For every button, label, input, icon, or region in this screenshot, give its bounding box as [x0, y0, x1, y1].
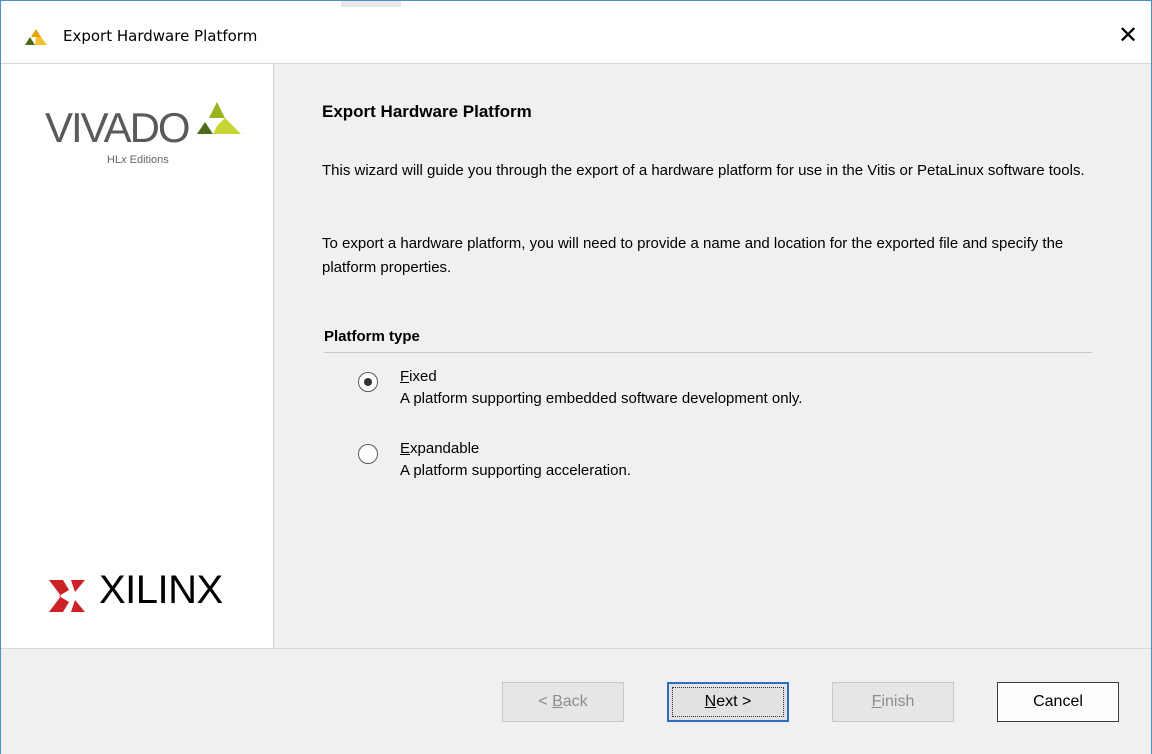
vivado-arrow-mark-icon	[197, 102, 241, 134]
fixed-radio[interactable]	[358, 372, 378, 392]
export-hardware-platform-dialog: Export Hardware Platform ✕ VIVADO HLx Ed…	[0, 0, 1152, 754]
option-fixed[interactable]: Fixed A platform supporting embedded sof…	[358, 368, 1058, 418]
instructions-paragraph: To export a hardware platform, you will …	[322, 235, 1064, 276]
platform-type-title: Platform type	[324, 328, 420, 345]
option-expandable[interactable]: Expandable A platform supporting acceler…	[358, 440, 1058, 490]
window-title: Export Hardware Platform	[63, 27, 258, 45]
expandable-description: A platform supporting acceleration.	[400, 462, 631, 479]
expandable-radio[interactable]	[358, 444, 378, 464]
close-button[interactable]: ✕	[1105, 15, 1151, 55]
next-button[interactable]: Next >	[667, 682, 789, 722]
fixed-description: A platform supporting embedded software …	[400, 390, 803, 407]
background-window-edge	[341, 1, 401, 7]
fixed-label[interactable]: Fixed	[400, 368, 437, 385]
xilinx-x-mark-icon	[49, 580, 85, 612]
button-bar: < Back Next > Finish Cancel	[1, 648, 1151, 754]
xilinx-vivado-icon	[25, 29, 47, 45]
cancel-button[interactable]: Cancel	[997, 682, 1119, 722]
page-heading: Export Hardware Platform	[322, 102, 532, 121]
finish-button[interactable]: Finish	[832, 682, 954, 722]
section-divider	[324, 352, 1092, 353]
vivado-wordmark: VIVADO	[45, 104, 191, 151]
branding-panel: VIVADO HLx Editions XILINX	[1, 64, 274, 648]
intro-paragraph: This wizard will guide you through the e…	[322, 162, 1085, 179]
expandable-label[interactable]: Expandable	[400, 440, 479, 457]
xilinx-wordmark: XILINX	[99, 568, 223, 612]
xilinx-logo: XILINX	[45, 566, 265, 616]
wizard-content: Export Hardware Platform This wizard wil…	[274, 64, 1151, 648]
title-bar[interactable]: Export Hardware Platform ✕	[1, 1, 1151, 64]
back-button[interactable]: < Back	[502, 682, 624, 722]
vivado-edition-label: HLx Editions	[107, 154, 169, 166]
